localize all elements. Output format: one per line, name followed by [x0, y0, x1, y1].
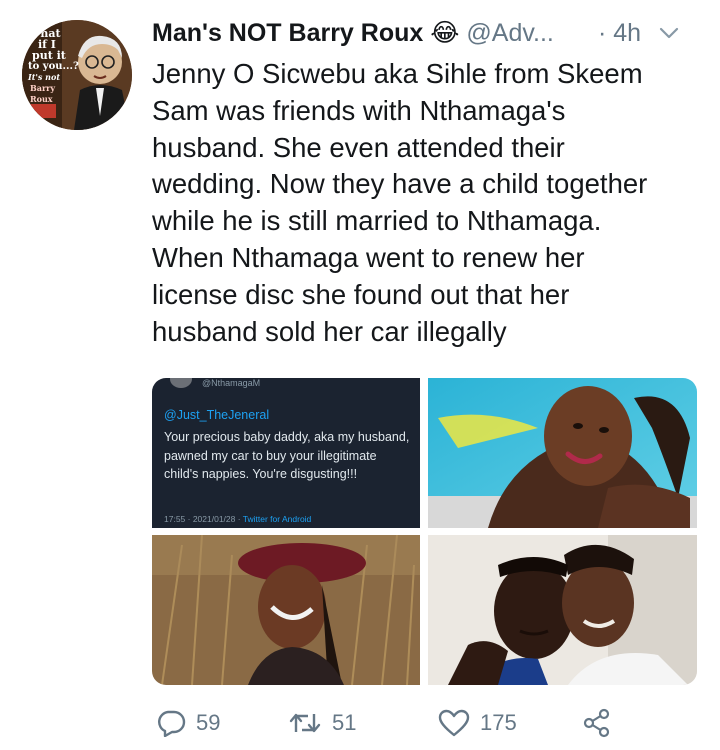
retweet-icon — [289, 713, 321, 733]
like-icon — [438, 709, 470, 737]
media-tile-photo-couple[interactable] — [428, 535, 697, 685]
reply-button[interactable]: 59 — [156, 700, 220, 746]
avatar[interactable]: What if I put it to you...? It's not Bar… — [22, 20, 132, 130]
embedded-via: Twitter for Android — [242, 514, 312, 524]
retweet-count: 51 — [332, 710, 357, 735]
display-name[interactable]: Man's NOT Barry Roux 😂 — [152, 19, 459, 47]
tweet-text-line: husband. She even attended their — [152, 131, 565, 163]
pool-photo-image — [428, 378, 697, 528]
relative-time: 4h — [613, 19, 642, 47]
avatar-caption-line: It's not — [28, 72, 61, 82]
media-tile-photo-pool[interactable] — [428, 378, 697, 528]
tweet-text-line: Jenny O Sicwebu aka Sihle from Skeem — [152, 58, 643, 89]
reply-count: 59 — [196, 710, 221, 735]
embedded-handle: @NthamagaM — [202, 378, 261, 388]
retweet-button[interactable]: 51 — [288, 700, 356, 746]
tweet-actions: 59 51 175 — [152, 700, 712, 746]
avatar-caption-line: Barry — [30, 83, 56, 93]
avatar-caption-line: put it — [32, 49, 66, 62]
mini-avatar — [170, 378, 192, 388]
embedded-tweet-text: Your precious baby daddy, aka my husband… — [164, 430, 410, 481]
tweet-text-line: wedding. Now they have a child together — [152, 168, 648, 200]
embedded-meta: 17:55 · 2021/01/28 · Twitter for Android — [164, 514, 311, 524]
share-button[interactable] — [582, 700, 612, 746]
avatar-caption-line: What — [28, 27, 61, 40]
tweet-text-line: Sam was friends with Nthamaga's — [152, 94, 566, 126]
share-icon — [583, 708, 610, 738]
media-tile-photo-beret[interactable] — [152, 535, 420, 685]
tweet-text-line: while he is still married to Nthamaga. — [152, 205, 602, 237]
chevron-down-icon[interactable] — [658, 24, 680, 42]
tweet-text-line: When Nthamaga went to renew her — [152, 241, 585, 273]
couple-photo-image — [428, 535, 697, 685]
embedded-timestamp: 17:55 · 2021/01/28 · — [164, 514, 241, 524]
tweet-text-line: husband sold her car illegally — [152, 315, 507, 347]
avatar-caption-line: Roux — [30, 94, 53, 104]
media-tile-tweet-screenshot[interactable]: @NthamagaM @Just_TheJeneral Your preciou… — [152, 378, 420, 528]
reply-icon — [158, 710, 186, 737]
like-button[interactable]: 175 — [438, 700, 517, 746]
user-handle[interactable]: @Adv... — [466, 19, 553, 47]
embedded-reply-to: @Just_TheJeneral — [164, 408, 270, 422]
tweet-header: Man's NOT Barry Roux 😂 @Adv... · 4h — [152, 14, 712, 54]
media-grid: @NthamagaM @Just_TheJeneral Your preciou… — [152, 378, 697, 685]
separator-dot: · — [598, 19, 607, 47]
beret-photo-image — [152, 535, 420, 685]
tweet-body: Jenny O Sicwebu aka Sihle from Skeem Sam… — [152, 56, 712, 350]
timestamp[interactable]: · 4h — [598, 14, 641, 52]
like-count: 175 — [480, 710, 517, 735]
tweet-text-line: license disc she found out that her — [152, 278, 570, 310]
avatar-caption-line: to you...? — [28, 61, 79, 72]
